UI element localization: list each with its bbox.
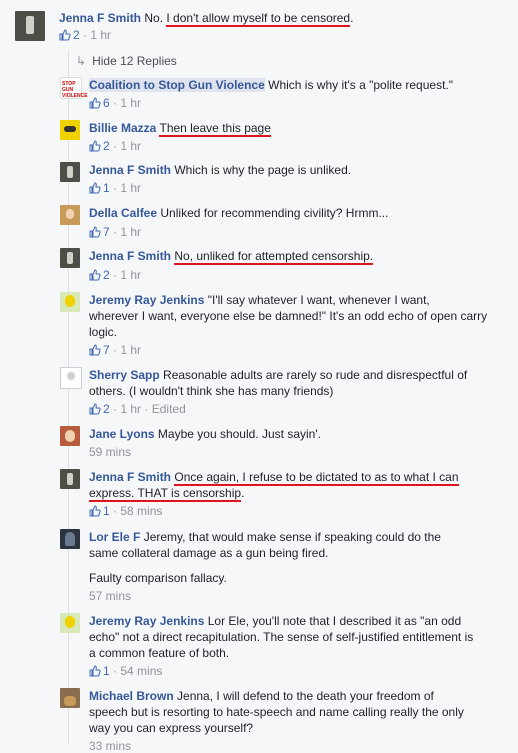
commenter-name[interactable]: Della Calfee bbox=[89, 206, 157, 220]
reply-text-line: wherever I want, everyone else be damned… bbox=[89, 309, 488, 323]
reply-text-line: same collateral damage as a gun being fi… bbox=[89, 546, 329, 560]
avatar[interactable] bbox=[60, 688, 80, 708]
commenter-name[interactable]: Jeremy Ray Jenkins bbox=[89, 293, 204, 307]
reply-text: Jenna F Smith No, unliked for attempted … bbox=[89, 249, 374, 265]
reply-text-line: express. THAT is censorship. bbox=[89, 486, 245, 502]
thumbs-up-icon[interactable] bbox=[89, 182, 101, 197]
avatar[interactable] bbox=[60, 162, 80, 182]
avatar[interactable] bbox=[60, 367, 82, 389]
avatar[interactable] bbox=[60, 613, 80, 633]
thumbs-up-icon[interactable] bbox=[59, 29, 71, 44]
thumbs-up-icon[interactable] bbox=[89, 140, 101, 155]
reply-text: Lor Ele F Jeremy, that would make sense … bbox=[89, 530, 441, 544]
reply-text-line: speech but is resorting to hate-speech a… bbox=[89, 705, 464, 719]
reply-text-line: Faulty comparison fallacy. bbox=[89, 571, 227, 585]
avatar[interactable] bbox=[60, 426, 80, 446]
reply-text: Billie Mazza Then leave this page bbox=[89, 121, 271, 137]
reply-text: Jenna F Smith Once again, I refuse to be… bbox=[89, 470, 459, 486]
thumbs-up-icon[interactable] bbox=[89, 505, 101, 520]
reply-text: Della Calfee Unliked for recommending ci… bbox=[89, 206, 389, 220]
thumbs-up-icon[interactable] bbox=[89, 665, 101, 680]
reply-text: Michael Brown Jenna, I will defend to th… bbox=[89, 689, 434, 703]
reply-meta: 1 · 1 hr bbox=[89, 181, 141, 197]
thumbs-up-icon[interactable] bbox=[89, 344, 101, 359]
reply-meta: 2 · 1 hr bbox=[89, 268, 141, 284]
reply-text-line: others. (I wouldn't think she has many f… bbox=[89, 384, 334, 398]
reply-text: Jeremy Ray Jenkins "I'll say whatever I … bbox=[89, 293, 430, 307]
commenter-name[interactable]: Sherry Sapp bbox=[89, 368, 160, 382]
commenter-name[interactable]: Jeremy Ray Jenkins bbox=[89, 614, 204, 628]
comment-meta: 2 · 1 hr bbox=[59, 28, 111, 44]
avatar[interactable] bbox=[60, 205, 80, 225]
commenter-name[interactable]: Michael Brown bbox=[89, 689, 174, 703]
reply-text-line: way you can express yourself? bbox=[89, 721, 254, 735]
reply-text: Coalition to Stop Gun Violence Which is … bbox=[89, 78, 454, 92]
reply-meta: 59 mins bbox=[89, 445, 132, 459]
thumbs-up-icon[interactable] bbox=[89, 403, 101, 418]
reply-meta: 57 mins bbox=[89, 589, 132, 603]
reply-text: Jenna F Smith Which is why the page is u… bbox=[89, 163, 352, 177]
avatar[interactable] bbox=[60, 120, 80, 140]
reply-text: Jeremy Ray Jenkins Lor Ele, you'll note … bbox=[89, 614, 462, 628]
commenter-name[interactable]: Jenna F Smith bbox=[59, 11, 141, 25]
reply-meta: 2 · 1 hr · Edited bbox=[89, 402, 186, 418]
commenter-name[interactable]: Billie Mazza bbox=[89, 121, 156, 135]
hide-replies-link[interactable]: ↳ Hide 12 Replies bbox=[76, 53, 177, 69]
reply-text-line: a common feature of both. bbox=[89, 646, 230, 660]
thread-guide-line bbox=[68, 50, 69, 745]
comment-text: Jenna F Smith No. I don't allow myself t… bbox=[59, 11, 354, 27]
reply-meta: 2 · 1 hr bbox=[89, 139, 141, 155]
reply-text: Jane Lyons Maybe you should. Just sayin'… bbox=[89, 427, 321, 441]
avatar[interactable]: STOP GUN VIOLENCE bbox=[60, 77, 88, 99]
commenter-name[interactable]: Lor Ele F bbox=[89, 530, 140, 544]
avatar[interactable] bbox=[60, 292, 80, 312]
reply-meta: 1 · 58 mins bbox=[89, 504, 162, 520]
reply-meta: 7 · 1 hr bbox=[89, 225, 141, 241]
commenter-name[interactable]: Jenna F Smith bbox=[89, 470, 171, 484]
reply-text-line: logic. bbox=[89, 325, 118, 339]
reply-text-line: echo" not a direct recapitulation. The s… bbox=[89, 630, 474, 644]
avatar[interactable] bbox=[60, 248, 80, 268]
commenter-name[interactable]: Jenna F Smith bbox=[89, 249, 171, 263]
reply-arrow-icon: ↳ bbox=[76, 54, 87, 68]
reply-meta: 1 · 54 mins bbox=[89, 664, 162, 680]
reply-meta: 7 · 1 hr bbox=[89, 343, 141, 359]
avatar[interactable] bbox=[15, 11, 45, 41]
reply-meta: 33 mins bbox=[89, 739, 132, 753]
commenter-name[interactable]: Coalition to Stop Gun Violence bbox=[89, 78, 265, 92]
thumbs-up-icon[interactable] bbox=[89, 226, 101, 241]
avatar[interactable] bbox=[60, 529, 80, 549]
reply-text: Sherry Sapp Reasonable adults are rarely… bbox=[89, 368, 468, 382]
commenter-name[interactable]: Jenna F Smith bbox=[89, 163, 171, 177]
avatar[interactable] bbox=[60, 469, 80, 489]
reply-meta: 6 · 1 hr bbox=[89, 96, 141, 112]
thumbs-up-icon[interactable] bbox=[89, 97, 101, 112]
commenter-name[interactable]: Jane Lyons bbox=[89, 427, 155, 441]
thumbs-up-icon[interactable] bbox=[89, 269, 101, 284]
